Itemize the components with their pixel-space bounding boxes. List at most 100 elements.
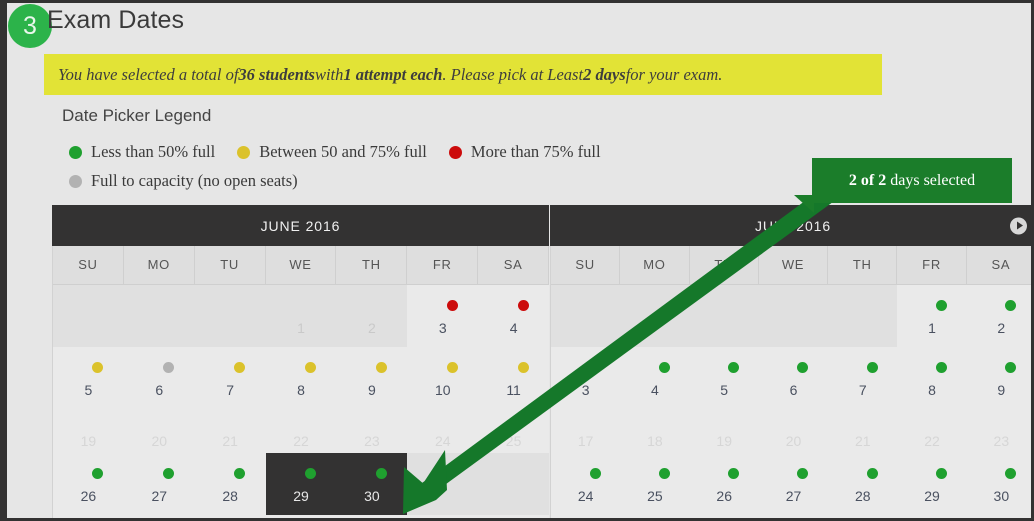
availability-dot-green-icon: [797, 362, 809, 373]
calendar-header-june: JUNE 2016: [52, 205, 549, 246]
day-number: 2: [367, 320, 376, 336]
day-cell-empty: [689, 285, 759, 347]
day-cell-10[interactable]: 10: [407, 347, 478, 409]
dow-fr: FR: [897, 246, 967, 284]
day-cell-11[interactable]: 11: [478, 347, 549, 409]
day-cell-28[interactable]: 28: [195, 453, 266, 515]
day-number: 11: [506, 382, 521, 398]
day-number: 3: [581, 382, 590, 398]
day-number: 20: [785, 433, 802, 449]
day-cell-7[interactable]: 7: [828, 347, 897, 409]
calendar-month-label: JULY 2016: [754, 217, 832, 234]
legend-dot-red-icon: [448, 145, 462, 159]
availability-dot-green-icon: [658, 468, 670, 479]
dow-su: SU: [551, 246, 621, 284]
day-number: 21: [222, 433, 238, 449]
day-cell-29[interactable]: 29: [897, 453, 966, 515]
day-cell-27[interactable]: 27: [124, 453, 195, 515]
day-cell-9[interactable]: 9: [967, 347, 1031, 409]
calendar-body-july: SU MO TU WE TH FR SA 1 2 3 4 5 6 7 8 9 17 18 19 20 21 22 23 24 2…: [550, 246, 1031, 518]
day-number: 30: [364, 488, 380, 504]
dow-th: TH: [336, 246, 408, 284]
availability-dot-green-icon: [234, 468, 246, 479]
day-number: 1: [297, 320, 305, 336]
notice-attempts: 1 attempt each: [343, 64, 443, 84]
days-selected-callout: 2 of 2 days selected: [794, 158, 1012, 213]
calendar-week-row: 3 4 5 6 7 8 9: [551, 347, 1031, 409]
day-cell-9[interactable]: 9: [336, 347, 407, 409]
day-number: 2: [997, 320, 1006, 336]
day-number: 7: [858, 382, 867, 398]
day-number: 8: [928, 382, 936, 398]
dow-su: SU: [53, 246, 124, 284]
day-cell-4[interactable]: 4: [478, 285, 549, 347]
availability-dot-green-icon: [1005, 300, 1017, 311]
legend-label-green: Less than 50% full: [91, 142, 216, 161]
day-number: 1: [928, 320, 936, 336]
callout-count: 2 of 2: [848, 171, 887, 189]
day-cell-empty: [828, 285, 898, 347]
day-number: 8: [297, 382, 305, 398]
day-cell-30[interactable]: 30: [967, 453, 1031, 515]
day-cell-8[interactable]: 8: [897, 347, 966, 409]
calendar-week-row: 5 6 7 8 9 10 11: [53, 347, 549, 409]
day-of-week-header: SU MO TU WE TH FR SA: [53, 246, 549, 285]
day-number: 26: [716, 488, 732, 504]
availability-dot-green-icon: [589, 362, 601, 373]
day-cell-23: 23: [967, 409, 1031, 453]
day-cell-21: 21: [195, 409, 266, 453]
day-cell-2[interactable]: 2: [967, 285, 1031, 347]
page-title: Exam Dates: [47, 6, 185, 34]
day-cell-5[interactable]: 5: [53, 347, 124, 409]
day-cell-25[interactable]: 25: [620, 453, 689, 515]
legend-row-1: Less than 50% full Between 50 and 75% fu…: [69, 142, 623, 162]
day-cell-1[interactable]: 1: [897, 285, 966, 347]
day-number: 21: [854, 433, 871, 449]
day-cell-empty: [551, 285, 621, 347]
day-cell-3[interactable]: 3: [551, 347, 620, 409]
availability-dot-green-icon: [305, 468, 316, 479]
notice-days: 2 days: [583, 64, 626, 84]
day-cell-18: 18: [620, 409, 689, 453]
notice-mid2: . Please pick at Least: [442, 64, 584, 84]
day-cell-4[interactable]: 4: [620, 347, 689, 409]
day-cell-27[interactable]: 27: [759, 453, 828, 515]
day-cell-6[interactable]: 6: [759, 347, 828, 409]
day-number: 9: [367, 382, 376, 398]
notice-mid1: with: [314, 64, 344, 84]
availability-dot-green-icon: [936, 468, 948, 479]
next-month-button[interactable]: [1010, 217, 1027, 234]
day-cell-7[interactable]: 7: [195, 347, 266, 409]
calendar-june: JUNE 2016 SU MO TU WE TH FR SA 1 2 3 4 5 6 7 8 9 10 11 19 20…: [52, 205, 549, 518]
legend-title: Date Picker Legend: [62, 106, 212, 125]
availability-dot-green-icon: [936, 300, 948, 311]
day-cell-30[interactable]: 30: [336, 453, 408, 515]
exam-dates-page: 3 Exam Dates You have selected a total o…: [0, 0, 1034, 521]
availability-dot-yellow-icon: [517, 362, 529, 373]
day-cell-8[interactable]: 8: [266, 347, 337, 409]
day-cell-24[interactable]: 24: [551, 453, 620, 515]
day-cell-19: 19: [53, 409, 124, 453]
day-number: 26: [80, 488, 97, 504]
day-cell-26[interactable]: 26: [690, 453, 759, 515]
availability-dot-green-icon: [163, 468, 175, 479]
day-number: 22: [924, 433, 940, 449]
callout-tail-icon: [794, 195, 814, 213]
day-cell-29[interactable]: 29: [265, 453, 337, 515]
legend-dot-green-icon: [69, 145, 82, 159]
day-cell-3[interactable]: 3: [407, 285, 478, 347]
step-number-badge: 3: [8, 4, 52, 48]
day-cell-28[interactable]: 28: [828, 453, 897, 515]
day-cell-6[interactable]: 6: [124, 347, 195, 409]
day-cell-21: 21: [828, 409, 897, 453]
day-number: 22: [293, 433, 309, 449]
day-number: 27: [785, 488, 802, 504]
day-number: 23: [993, 433, 1010, 449]
day-cell-26[interactable]: 26: [53, 453, 124, 515]
day-cell-5[interactable]: 5: [690, 347, 759, 409]
availability-dot-yellow-icon: [375, 362, 387, 373]
day-cell-25: 25: [478, 409, 549, 453]
availability-dot-green-icon: [866, 362, 878, 373]
legend-item-red: More than 75% full: [448, 142, 601, 162]
day-cell-1: 1: [265, 285, 337, 347]
